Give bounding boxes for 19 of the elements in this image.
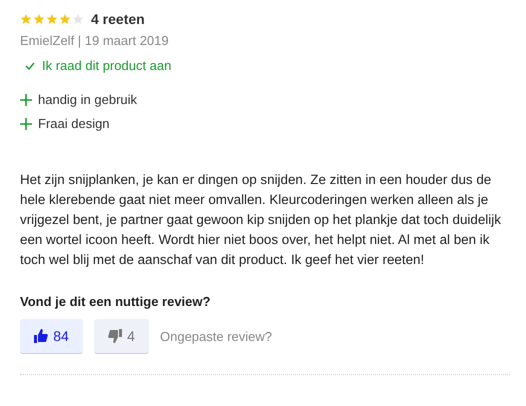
plus-icon [20,118,32,130]
pro-item: handig in gebruik [38,90,138,109]
not-helpful-button[interactable]: 4 [94,319,149,354]
thumbs-down-icon [108,329,122,343]
pro-item: Fraai design [38,114,110,133]
plus-icon [20,94,32,106]
thumbs-up-icon [34,329,48,343]
report-link[interactable]: Ongepaste review? [160,326,272,346]
star-icon [46,13,58,25]
recommend-label: Ik raad dit product aan [42,56,172,75]
rating-label: 4 reeten [91,10,145,28]
star-icon [20,13,32,25]
helpful-question: Vond je dit een nuttige review? [20,292,212,311]
star-icon [33,13,45,25]
star-icon [72,13,84,25]
helpful-button[interactable]: 84 [20,319,83,354]
review-text: Het zijn snijplanken, je kan er dingen op snijden. Ze zitten in een houder dus de hele klerebende gaat niet meer omvallen. Kleurcoderingen werken alleen als je vrijgezel bent, je partner gaat gewoon kip snijden op het plankje dat toch duidelijk een wortel icoon heeft. Wordt hier niet boos over, het helpt niet. Al met al ben ik toch wel blij met de aanschaf van dit product. Ik geef het vier reeten! [20,170,502,269]
star-icon [59,13,71,25]
review-meta: EmielZelf | 19 maart 2019 [20,32,170,50]
